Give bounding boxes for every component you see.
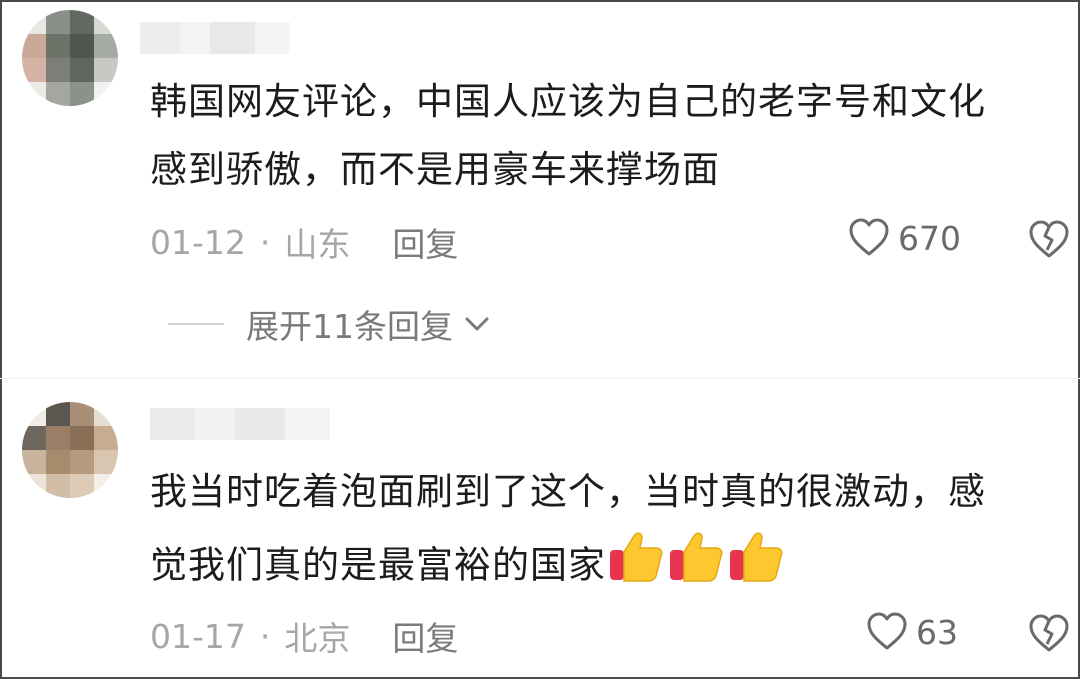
- comment-text-line: 我当时吃着泡面刷到了这个，当时真的很激动，感: [150, 470, 986, 513]
- like-button[interactable]: 670: [848, 218, 961, 258]
- expand-replies-label: 展开11条回复: [246, 307, 453, 346]
- expand-divider-line: [168, 323, 224, 325]
- comment-location: 北京: [284, 619, 351, 658]
- comment-text: 我当时吃着泡面刷到了这个，当时真的很激动，感 觉我们真的是最富裕的国家: [150, 458, 1065, 608]
- comment-text-line: 韩国网友评论，中国人应该为自己的老字号和文化: [150, 80, 986, 123]
- comment-meta: 01-17 · 北京 回复: [150, 612, 458, 660]
- comment-text-line-with-emoji: 觉我们真的是最富裕的国家: [150, 526, 1065, 608]
- comment-meta: 01-12 · 山东 回复: [150, 218, 458, 266]
- chevron-down-icon: [465, 317, 489, 331]
- broken-heart-icon[interactable]: [1028, 614, 1070, 654]
- like-count: 63: [916, 612, 958, 652]
- username-blurred[interactable]: [150, 408, 330, 440]
- avatar[interactable]: [22, 10, 118, 106]
- thumbs-up-emoji: [606, 526, 666, 608]
- thumbs-up-emoji: [666, 526, 726, 608]
- broken-heart-icon[interactable]: [1028, 220, 1070, 260]
- like-count: 670: [898, 218, 961, 258]
- comment-text-line: 觉我们真的是最富裕的国家: [150, 543, 606, 587]
- reply-button[interactable]: 回复: [392, 218, 458, 266]
- heart-icon: [867, 612, 907, 650]
- meta-separator: ·: [259, 222, 271, 262]
- avatar[interactable]: [22, 402, 118, 498]
- comment-text-line: 感到骄傲，而不是用豪车来撑场面: [150, 148, 720, 191]
- username-blurred[interactable]: [140, 22, 290, 54]
- comment-date: 01-12: [150, 222, 246, 262]
- comment-divider: [0, 378, 1080, 379]
- meta-separator: ·: [259, 616, 271, 656]
- heart-icon: [849, 218, 889, 256]
- like-button[interactable]: 63: [866, 612, 958, 652]
- comment-location: 山东: [284, 225, 351, 264]
- expand-replies-button[interactable]: 展开11条回复: [168, 300, 491, 348]
- comment-text: 韩国网友评论，中国人应该为自己的老字号和文化 感到骄傲，而不是用豪车来撑场面: [150, 68, 1065, 204]
- comment-date: 01-17: [150, 616, 246, 656]
- thumbs-up-emoji: [726, 526, 786, 608]
- reply-button[interactable]: 回复: [392, 612, 458, 660]
